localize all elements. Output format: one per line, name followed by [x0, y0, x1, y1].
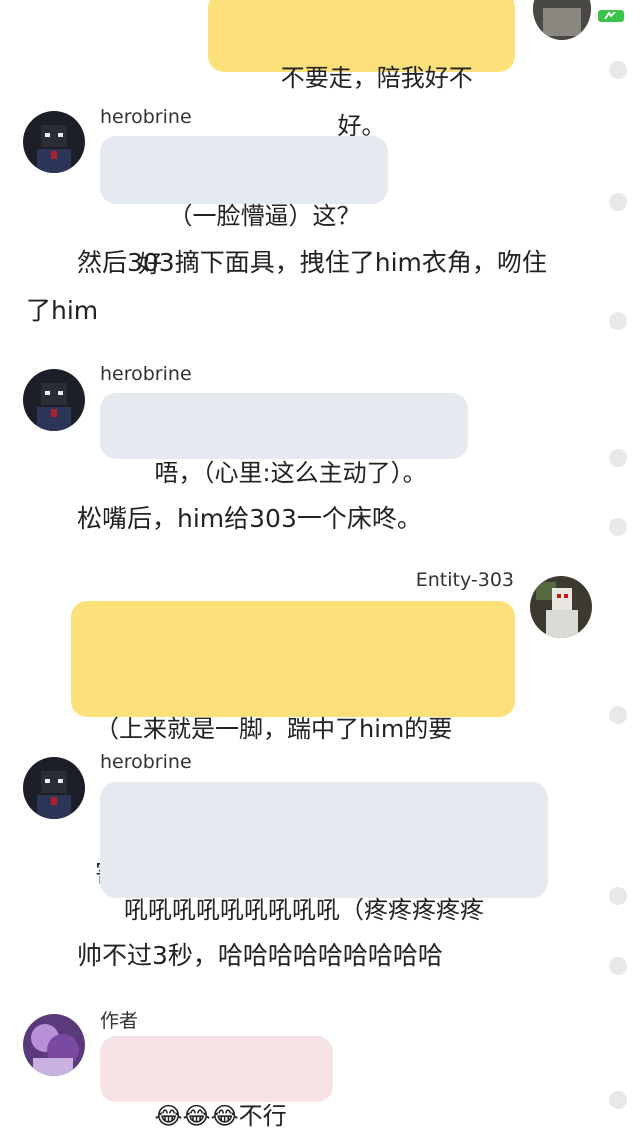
- avatar-herobrine[interactable]: [23, 111, 85, 173]
- message-bubble: 😂😂😂不行了: [100, 1036, 333, 1130]
- message-bubble: （上来就是一脚，踹中了him的要 害）: [71, 601, 515, 887]
- narration-line: 然后303摘下面具，拽住了him衣角，吻住: [77, 248, 547, 277]
- emoji-laughing-icons: 😂😂😂: [154, 1102, 239, 1130]
- avatar-herobrine[interactable]: [23, 369, 85, 431]
- sender-name: 作者: [100, 1010, 139, 1032]
- scroll-indicator-dot: [609, 61, 627, 79]
- avatar-entity-303-partial[interactable]: [533, 0, 591, 40]
- scroll-indicator-dot: [609, 518, 627, 536]
- message-bubble-top: 不要走，陪我好不好。: [208, 0, 515, 140]
- narration-line: 帅不过3秒，哈哈哈哈哈哈哈哈哈: [77, 941, 443, 970]
- sender-name: herobrine: [100, 106, 192, 128]
- narration-line: 了him: [26, 296, 99, 325]
- message-bubble: 唔，（心里:这么主动了）。: [100, 393, 468, 487]
- scroll-indicator-dot: [609, 706, 627, 724]
- avatar-author[interactable]: [23, 1014, 85, 1076]
- sender-name: herobrine: [100, 363, 192, 385]
- scroll-indicator-dot: [609, 887, 627, 905]
- sender-name: Entity-303: [415, 569, 514, 591]
- message-text: 不要走，陪我好不好。: [280, 64, 473, 140]
- message-text: 唔，（心里:这么主动了）。: [154, 459, 427, 487]
- message-bubble: （一脸懵逼）这？好: [100, 136, 388, 278]
- scroll-indicator-dot: [609, 1091, 627, 1109]
- message-bubble: 吼吼吼吼吼吼吼吼吼（疼疼疼疼疼 我TM）: [100, 782, 548, 1068]
- avatar-entity-303[interactable]: [530, 576, 592, 638]
- scroll-indicator-dot: [609, 193, 627, 211]
- avatar-herobrine[interactable]: [23, 757, 85, 819]
- message-text-line: （上来就是一脚，踹中了him的要: [95, 715, 453, 743]
- chat-screen: 不要走，陪我好不好。 herobrine （一脸懵逼）这？好 然后303摘下面具…: [0, 0, 640, 1138]
- scroll-indicator-dot: [609, 957, 627, 975]
- battery-charging-icon: [598, 10, 624, 22]
- scroll-indicator-dot: [609, 449, 627, 467]
- message-text-line: 吼吼吼吼吼吼吼吼吼（疼疼疼疼疼: [124, 896, 484, 924]
- scroll-indicator-dot: [609, 312, 627, 330]
- sender-name: herobrine: [100, 751, 192, 773]
- narration-line: 松嘴后，him给303一个床咚。: [77, 504, 422, 533]
